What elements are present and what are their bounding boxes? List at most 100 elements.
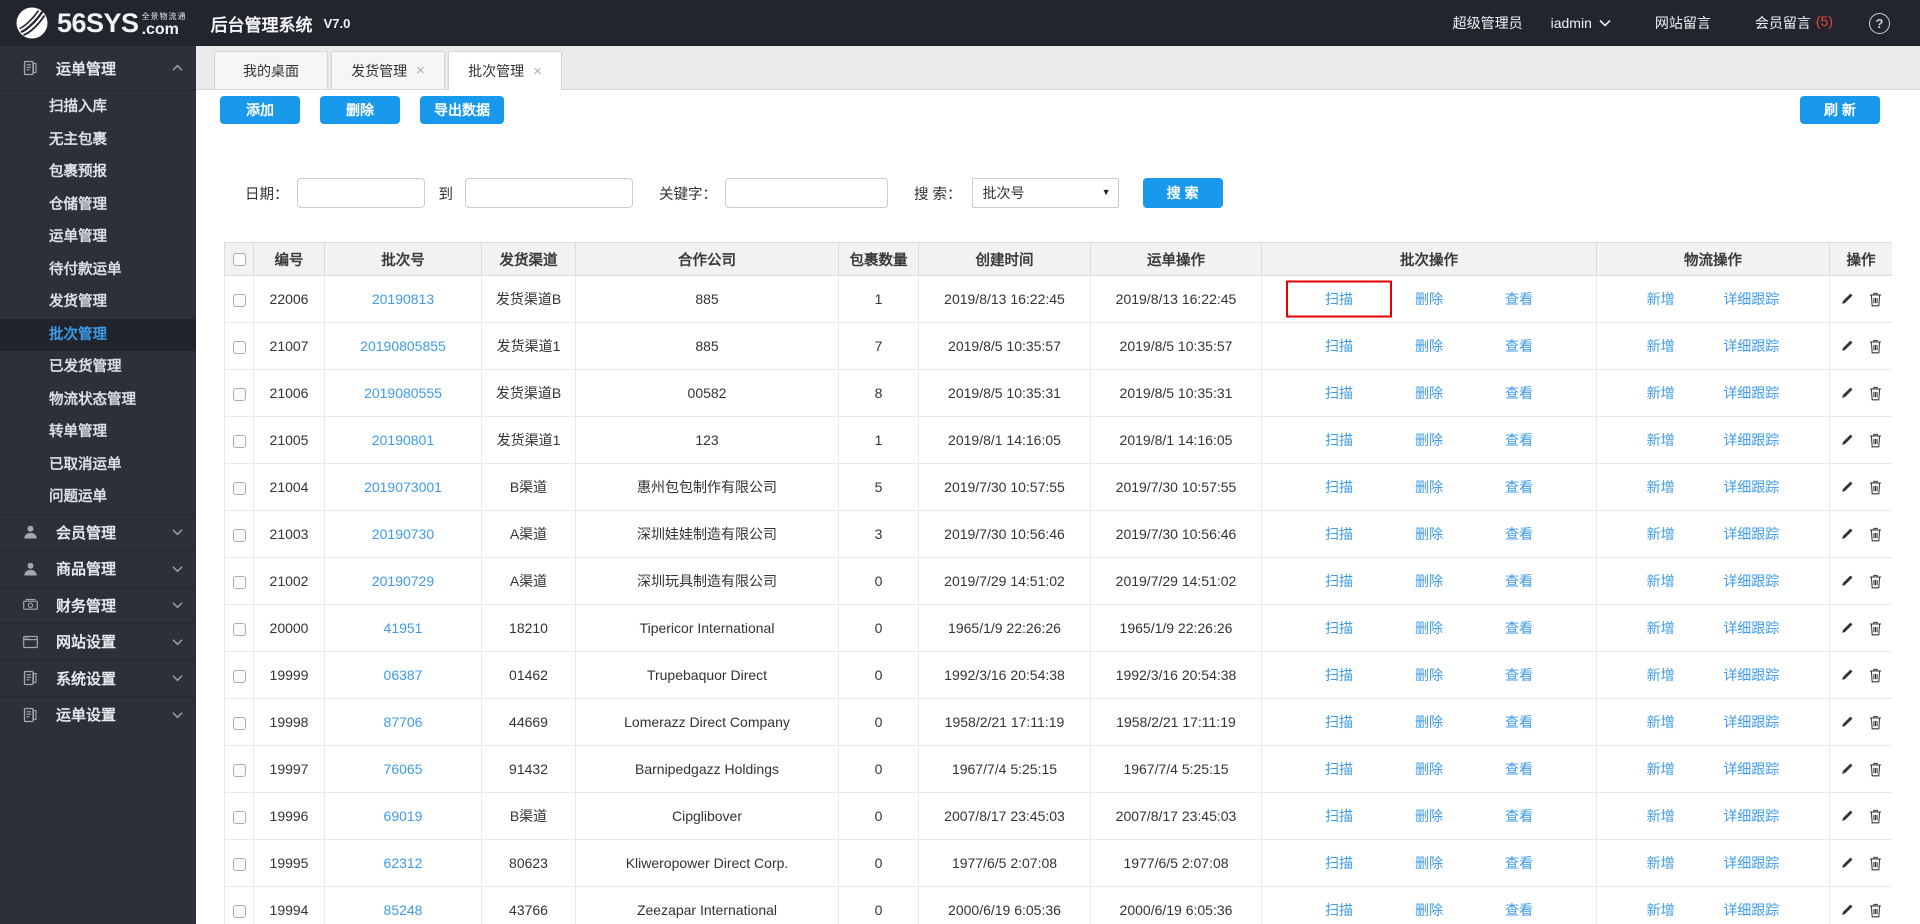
sidebar-item[interactable]: 已取消运单 — [0, 449, 196, 482]
sidebar-item[interactable]: 无主包裹 — [0, 124, 196, 157]
member-messages-link[interactable]: 会员留言 (5) — [1755, 13, 1833, 33]
row-checkbox[interactable] — [233, 811, 246, 824]
logistics-track-link[interactable]: 详细跟踪 — [1723, 665, 1779, 685]
logistics-track-link[interactable]: 详细跟踪 — [1723, 524, 1779, 544]
trash-icon[interactable] — [1869, 339, 1882, 354]
select-all-checkbox[interactable] — [233, 253, 246, 266]
batch-no-link[interactable]: 20190801 — [372, 432, 434, 448]
row-checkbox[interactable] — [233, 858, 246, 871]
trash-icon[interactable] — [1869, 433, 1882, 448]
row-checkbox[interactable] — [233, 341, 246, 354]
batch-scan-link[interactable]: 扫描 — [1325, 383, 1353, 403]
edit-icon[interactable] — [1840, 527, 1854, 541]
row-checkbox[interactable] — [233, 435, 246, 448]
trash-icon[interactable] — [1869, 668, 1882, 683]
batch-delete-link[interactable]: 删除 — [1415, 289, 1443, 309]
logistics-track-link[interactable]: 详细跟踪 — [1723, 336, 1779, 356]
batch-delete-link[interactable]: 删除 — [1415, 759, 1443, 779]
batch-delete-link[interactable]: 删除 — [1415, 383, 1443, 403]
edit-icon[interactable] — [1840, 762, 1854, 776]
row-checkbox[interactable] — [233, 482, 246, 495]
sidebar-item[interactable]: 问题运单 — [0, 481, 196, 514]
logistics-track-link[interactable]: 详细跟踪 — [1723, 806, 1779, 826]
sidebar-item[interactable]: 物流状态管理 — [0, 384, 196, 417]
row-checkbox[interactable] — [233, 764, 246, 777]
batch-scan-link[interactable]: 扫描 — [1325, 900, 1353, 920]
trash-icon[interactable] — [1869, 292, 1882, 307]
batch-delete-link[interactable]: 删除 — [1415, 853, 1443, 873]
sidebar-section-finance-management[interactable]: 财务管理 — [0, 587, 196, 624]
logistics-add-link[interactable]: 新增 — [1647, 665, 1675, 685]
edit-icon[interactable] — [1840, 480, 1854, 494]
batch-view-link[interactable]: 查看 — [1505, 618, 1533, 638]
batch-no-link[interactable]: 76065 — [384, 761, 423, 777]
trash-icon[interactable] — [1869, 574, 1882, 589]
batch-view-link[interactable]: 查看 — [1505, 477, 1533, 497]
site-messages-link[interactable]: 网站留言 — [1655, 13, 1711, 33]
logistics-add-link[interactable]: 新增 — [1647, 430, 1675, 450]
batch-scan-link-highlighted[interactable]: 扫描 — [1325, 289, 1353, 309]
batch-delete-link[interactable]: 删除 — [1415, 524, 1443, 544]
edit-icon[interactable] — [1840, 668, 1854, 682]
row-checkbox[interactable] — [233, 388, 246, 401]
logistics-track-link[interactable]: 详细跟踪 — [1723, 383, 1779, 403]
trash-icon[interactable] — [1869, 621, 1882, 636]
batch-scan-link[interactable]: 扫描 — [1325, 759, 1353, 779]
export-button[interactable]: 导出数据 — [420, 96, 504, 124]
search-button[interactable]: 搜 索 — [1143, 178, 1223, 208]
logistics-add-link[interactable]: 新增 — [1647, 806, 1675, 826]
batch-scan-link[interactable]: 扫描 — [1325, 618, 1353, 638]
batch-view-link[interactable]: 查看 — [1505, 524, 1533, 544]
batch-scan-link[interactable]: 扫描 — [1325, 336, 1353, 356]
search-type-select[interactable]: 批次号 — [972, 178, 1119, 208]
trash-icon[interactable] — [1869, 715, 1882, 730]
batch-no-link[interactable]: 62312 — [384, 855, 423, 871]
close-icon[interactable]: × — [533, 64, 542, 79]
edit-icon[interactable] — [1840, 903, 1854, 917]
edit-icon[interactable] — [1840, 386, 1854, 400]
row-checkbox[interactable] — [233, 905, 246, 918]
sidebar-section-member-management[interactable]: 会员管理 — [0, 514, 196, 551]
sidebar-item[interactable]: 已发货管理 — [0, 351, 196, 384]
logistics-add-link[interactable]: 新增 — [1647, 477, 1675, 497]
row-checkbox[interactable] — [233, 294, 246, 307]
batch-delete-link[interactable]: 删除 — [1415, 477, 1443, 497]
batch-view-link[interactable]: 查看 — [1505, 430, 1533, 450]
logistics-track-link[interactable]: 详细跟踪 — [1723, 853, 1779, 873]
batch-no-link[interactable]: 41951 — [384, 620, 423, 636]
row-checkbox[interactable] — [233, 717, 246, 730]
batch-no-link[interactable]: 20190805855 — [360, 338, 446, 354]
tab-inactive[interactable]: 发货管理× — [331, 51, 445, 89]
sidebar-item[interactable]: 转单管理 — [0, 416, 196, 449]
batch-no-link[interactable]: 85248 — [384, 902, 423, 918]
batch-delete-link[interactable]: 删除 — [1415, 336, 1443, 356]
help-icon[interactable]: ? — [1869, 13, 1890, 34]
close-icon[interactable]: × — [416, 63, 425, 78]
batch-delete-link[interactable]: 删除 — [1415, 712, 1443, 732]
trash-icon[interactable] — [1869, 762, 1882, 777]
edit-icon[interactable] — [1840, 809, 1854, 823]
batch-no-link[interactable]: 87706 — [384, 714, 423, 730]
batch-view-link[interactable]: 查看 — [1505, 853, 1533, 873]
logistics-add-link[interactable]: 新增 — [1647, 383, 1675, 403]
user-menu[interactable]: iadmin — [1551, 15, 1611, 31]
logistics-track-link[interactable]: 详细跟踪 — [1723, 759, 1779, 779]
sidebar-item[interactable]: 包裹预报 — [0, 156, 196, 189]
row-checkbox[interactable] — [233, 529, 246, 542]
logistics-track-link[interactable]: 详细跟踪 — [1723, 618, 1779, 638]
batch-delete-link[interactable]: 删除 — [1415, 430, 1443, 450]
tab-inactive[interactable]: 我的桌面 — [214, 51, 328, 89]
batch-delete-link[interactable]: 删除 — [1415, 900, 1443, 920]
row-checkbox[interactable] — [233, 670, 246, 683]
batch-no-link[interactable]: 2019080555 — [364, 385, 442, 401]
batch-view-link[interactable]: 查看 — [1505, 665, 1533, 685]
sidebar-item[interactable]: 运单管理 — [0, 221, 196, 254]
batch-view-link[interactable]: 查看 — [1505, 289, 1533, 309]
batch-no-link[interactable]: 20190730 — [372, 526, 434, 542]
date-to-input[interactable] — [465, 178, 633, 208]
row-checkbox[interactable] — [233, 623, 246, 636]
batch-view-link[interactable]: 查看 — [1505, 806, 1533, 826]
logistics-add-link[interactable]: 新增 — [1647, 759, 1675, 779]
logistics-add-link[interactable]: 新增 — [1647, 712, 1675, 732]
batch-no-link[interactable]: 06387 — [384, 667, 423, 683]
